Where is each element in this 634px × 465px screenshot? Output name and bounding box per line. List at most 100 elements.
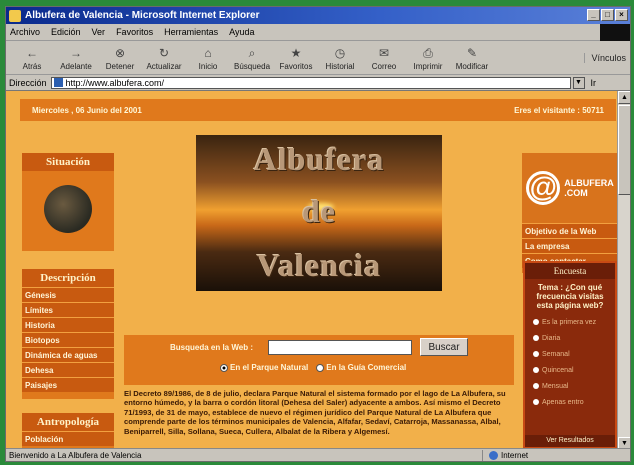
search-submit-button[interactable]: Buscar — [420, 338, 468, 356]
favorites-icon: ★ — [290, 46, 302, 60]
menu-edicion[interactable]: Edición — [51, 27, 81, 37]
history-button[interactable]: ◷ Historial — [318, 46, 362, 74]
print-button[interactable]: ⎙ Imprimir — [406, 46, 450, 74]
nav-historia[interactable]: Historia — [22, 317, 114, 332]
vertical-scrollbar[interactable]: ▲ ▼ — [617, 91, 630, 450]
radio-parque-natural[interactable]: En el Parque Natural — [220, 363, 308, 372]
history-icon: ◷ — [334, 46, 346, 60]
nav-objetivo[interactable]: Objetivo de la Web — [522, 223, 618, 238]
nav-paisajes[interactable]: Paisajes — [22, 377, 114, 392]
current-date: Miercoles , 06 Junio del 2001 — [32, 105, 142, 115]
at-sign-icon: @ — [526, 171, 561, 205]
poll-option[interactable]: Semanal — [525, 346, 615, 362]
favorites-button[interactable]: ★ Favoritos — [274, 46, 318, 74]
refresh-icon: ↻ — [158, 46, 170, 60]
security-zone: Internet — [482, 450, 592, 461]
logo-panel: @ ALBUFERA .COM Objetivo de la Web La em… — [522, 153, 618, 273]
descripcion-title: Descripción — [22, 269, 114, 287]
search-input[interactable] — [268, 340, 412, 355]
antropologia-title: Antropología — [22, 413, 114, 431]
poll-option[interactable]: Es la primera vez — [525, 314, 615, 330]
globe-icon[interactable] — [44, 185, 92, 233]
nav-empresa[interactable]: La empresa — [522, 238, 618, 253]
poll-panel: Encuesta Tema : ¿Con qué frecuencia visi… — [523, 261, 617, 449]
windows-logo-icon — [600, 24, 630, 41]
mail-button[interactable]: ✉ Correo — [362, 46, 406, 74]
internet-globe-icon — [489, 451, 498, 460]
home-button[interactable]: ⌂ Inicio — [186, 46, 230, 74]
radio-icon — [533, 319, 539, 325]
nav-poblacion[interactable]: Población — [22, 431, 114, 446]
scroll-thumb[interactable] — [618, 105, 630, 195]
date-strip: Miercoles , 06 Junio del 2001 Eres el vi… — [20, 99, 616, 121]
minimize-button[interactable]: _ — [587, 9, 600, 21]
radio-icon — [533, 383, 539, 389]
banner-line-1: Albufera — [253, 141, 385, 177]
home-icon: ⌂ — [204, 46, 212, 60]
address-url: http://www.albufera.com/ — [65, 77, 165, 88]
address-input[interactable]: http://www.albufera.com/ — [50, 76, 571, 89]
search-panel: Busqueda en la Web : Buscar En el Parque… — [124, 335, 514, 385]
antropologia-panel: Antropología Población — [22, 413, 114, 450]
forward-arrow-icon: → — [70, 46, 82, 60]
poll-results-link[interactable]: Ver Resultados — [525, 435, 615, 447]
radio-icon — [533, 399, 539, 405]
menu-ver[interactable]: Ver — [92, 27, 106, 37]
address-dropdown-icon[interactable]: ▼ — [572, 76, 585, 89]
poll-option[interactable]: Mensual — [525, 378, 615, 394]
intro-paragraph: El Decreto 89/1986, de 8 de julio, decla… — [124, 389, 506, 436]
logo-text-line-2: .COM — [564, 188, 588, 198]
albufera-logo[interactable]: @ ALBUFERA .COM — [522, 153, 618, 223]
address-bar: Dirección http://www.albufera.com/ ▼ Ir — [6, 75, 630, 91]
nav-limites[interactable]: Límites — [22, 302, 114, 317]
menu-herramientas[interactable]: Herramientas — [164, 27, 218, 37]
banner-line-3: Valencia — [256, 247, 382, 283]
nav-biotopos[interactable]: Biotopos — [22, 332, 114, 347]
radio-icon — [533, 335, 539, 341]
back-button[interactable]: ← Atrás — [10, 46, 54, 74]
stop-icon: ⊗ — [114, 46, 126, 60]
close-button[interactable]: × — [615, 9, 628, 21]
ie-logo-icon — [9, 9, 21, 22]
status-bar: Bienvenido a La Albufera de Valencia Int… — [6, 448, 630, 461]
scroll-up-icon[interactable]: ▲ — [618, 91, 630, 104]
banner-image: Albufera de Valencia — [196, 135, 442, 291]
forward-button[interactable]: → Adelante — [54, 46, 98, 74]
search-button[interactable]: ⌕ Búsqueda — [230, 46, 274, 74]
refresh-button[interactable]: ↻ Actualizar — [142, 46, 186, 74]
poll-option[interactable]: Diaria — [525, 330, 615, 346]
poll-option[interactable]: Quincenal — [525, 362, 615, 378]
maximize-button[interactable]: □ — [601, 9, 614, 21]
poll-option[interactable]: Apenas entro — [525, 394, 615, 410]
situacion-title[interactable]: Situación — [22, 153, 114, 171]
nav-dinamica-aguas[interactable]: Dinámica de aguas — [22, 347, 114, 362]
menu-archivo[interactable]: Archivo — [10, 27, 40, 37]
window-title: Albufera de Valencia - Microsoft Interne… — [25, 10, 260, 21]
mail-icon: ✉ — [378, 46, 390, 60]
go-button[interactable]: Ir — [591, 78, 597, 88]
stop-button[interactable]: ⊗ Detener — [98, 46, 142, 74]
search-label: Busqueda en la Web : — [170, 343, 253, 352]
radio-guia-comercial[interactable]: En la Guía Comercial — [316, 363, 406, 372]
radio-icon — [533, 351, 539, 357]
menu-favoritos[interactable]: Favoritos — [116, 27, 153, 37]
banner-line-2: de — [302, 193, 336, 229]
nav-genesis[interactable]: Génesis — [22, 287, 114, 302]
search-icon: ⌕ — [248, 45, 256, 60]
descripcion-panel: Descripción Génesis Límites Historia Bio… — [22, 269, 114, 399]
toolbar: ← Atrás → Adelante ⊗ Detener ↻ Actualizar ⌂ I… — [6, 41, 630, 75]
radio-selected-icon — [220, 363, 228, 372]
edit-button[interactable]: ✎ Modificar — [450, 46, 494, 74]
links-button[interactable]: Vínculos — [584, 53, 626, 63]
visitor-counter: Eres el visitante : 50711 — [514, 105, 604, 115]
address-label: Dirección — [9, 77, 47, 88]
print-icon: ⎙ — [423, 45, 433, 60]
browser-window: Albufera de Valencia - Microsoft Interne… — [5, 6, 631, 462]
radio-unselected-icon — [316, 363, 325, 372]
back-arrow-icon: ← — [26, 46, 38, 60]
menu-ayuda[interactable]: Ayuda — [229, 27, 254, 37]
status-text: Bienvenido a La Albufera de Valencia — [9, 450, 142, 460]
radio-icon — [533, 367, 539, 373]
nav-dehesa[interactable]: Dehesa — [22, 362, 114, 377]
zone-label: Internet — [501, 451, 529, 460]
